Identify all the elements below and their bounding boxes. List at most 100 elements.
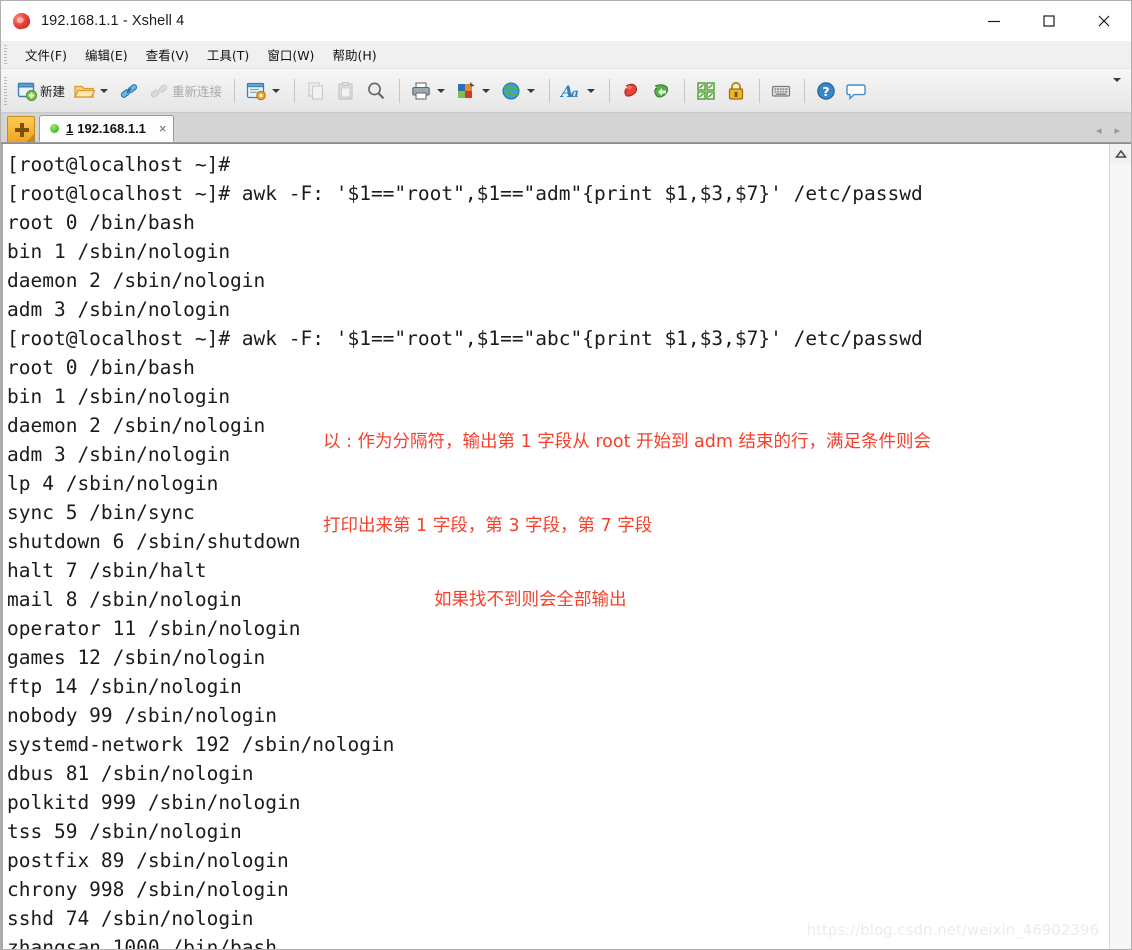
terminal-line: zhangsan 1000 /bin/bash: [7, 936, 278, 949]
copy-icon: [305, 80, 327, 102]
tab-number: 1: [66, 121, 74, 136]
tab-status-indicator-icon: [50, 124, 59, 133]
terminal-line: postfix 89 /sbin/nologin: [7, 849, 289, 872]
chat-icon: [845, 80, 867, 102]
font-icon: A a: [559, 80, 582, 102]
connect-button[interactable]: [115, 76, 143, 106]
annotation-range-line-1: 以 : 作为分隔符，输出第 1 字段从 root 开始到 adm 结束的行，满足…: [323, 432, 931, 452]
menu-help[interactable]: 帮助(H): [323, 42, 385, 67]
annotation-range-explanation: 以 : 作为分隔符，输出第 1 字段从 root 开始到 adm 结束的行，满足…: [323, 372, 931, 596]
menu-file[interactable]: 文件(F): [16, 42, 76, 67]
toolbar-separator-6: [684, 78, 686, 103]
terminal-line: [root@localhost ~]# awk -F: '$1=="root",…: [7, 182, 923, 205]
svg-text:?: ?: [822, 84, 829, 99]
terminal-line: [root@localhost ~]# awk -F: '$1=="root",…: [7, 327, 923, 350]
tab-192-168-1-1[interactable]: 1 192.168.1.1 ×: [39, 115, 174, 142]
close-button[interactable]: [1076, 1, 1131, 41]
color-scheme-icon: [455, 80, 477, 102]
arrange-icon: [695, 80, 717, 102]
minimize-button[interactable]: [966, 1, 1021, 41]
window-title: 192.168.1.1 - Xshell 4: [41, 12, 185, 29]
paste-button[interactable]: [332, 76, 360, 106]
xftp-button[interactable]: [647, 76, 675, 106]
open-folder-icon: [73, 80, 96, 102]
copy-button[interactable]: [302, 76, 330, 106]
terminal-line: root 0 /bin/bash: [7, 211, 195, 234]
connect-icon: [118, 80, 140, 102]
terminal-line: polkitd 999 /sbin/nologin: [7, 791, 301, 814]
terminal-area: [root@localhost ~]# [root@localhost ~]# a…: [1, 143, 1131, 949]
keyboard-button[interactable]: [767, 76, 795, 106]
session-manager-button[interactable]: [242, 76, 285, 106]
terminal-scrollbar[interactable]: [1109, 144, 1131, 949]
tab-close-icon[interactable]: ×: [159, 122, 167, 135]
new-session-icon: [16, 80, 38, 102]
new-session-label: 新建: [40, 84, 66, 99]
xshell-icon: [620, 80, 642, 102]
title-bar: 192.168.1.1 - Xshell 4: [1, 1, 1131, 41]
tab-prev-icon[interactable]: ◂: [1096, 126, 1102, 137]
tab-title: 192.168.1.1: [77, 121, 146, 136]
find-button[interactable]: [362, 76, 390, 106]
print-button[interactable]: [407, 76, 450, 106]
font-dropdown-caret[interactable]: [587, 88, 596, 93]
tab-next-icon[interactable]: ▸: [1114, 126, 1120, 137]
print-dropdown-caret[interactable]: [437, 88, 446, 93]
xftp-icon: [650, 80, 672, 102]
xshell-button[interactable]: [617, 76, 645, 106]
toolbar: 新建 重新连接 A a ?: [1, 69, 1131, 113]
menu-edit[interactable]: 编辑(E): [76, 42, 137, 67]
annotation-range-line-2: 打印出来第 1 字段，第 3 字段，第 7 字段: [323, 516, 653, 536]
scroll-up-arrow-icon[interactable]: [1109, 144, 1131, 164]
globe-icon: [500, 80, 522, 102]
color-scheme-dropdown-caret[interactable]: [482, 88, 491, 93]
xshell-logo-icon: [11, 10, 32, 31]
menu-view[interactable]: 查看(V): [137, 42, 198, 67]
reconnect-button[interactable]: 重新连接: [145, 76, 225, 106]
globe-button[interactable]: [497, 76, 540, 106]
terminal-line: sshd 74 /sbin/nologin: [7, 907, 254, 930]
toolbar-separator-7: [759, 78, 761, 103]
lock-button[interactable]: [722, 76, 750, 106]
chat-button[interactable]: [842, 76, 870, 106]
paste-icon: [335, 80, 357, 102]
arrange-button[interactable]: [692, 76, 720, 106]
help-button[interactable]: ?: [812, 76, 840, 106]
menu-window[interactable]: 窗口(W): [258, 42, 323, 67]
maximize-button[interactable]: [1021, 1, 1076, 41]
toolbar-separator-5: [609, 78, 611, 103]
lock-icon: [725, 80, 747, 102]
open-session-dropdown-caret[interactable]: [100, 88, 109, 93]
session-manager-icon: [245, 80, 267, 102]
font-button[interactable]: A a: [557, 76, 600, 106]
menu-bar: 文件(F) 编辑(E) 查看(V) 工具(T) 窗口(W) 帮助(H): [1, 41, 1131, 69]
terminal-line: systemd-network 192 /sbin/nologin: [7, 733, 395, 756]
terminal-line: ftp 14 /sbin/nologin: [7, 675, 242, 698]
print-icon: [410, 80, 432, 102]
keyboard-icon: [770, 80, 792, 102]
open-session-button[interactable]: [70, 76, 113, 106]
toolbar-separator-4: [549, 78, 551, 103]
globe-dropdown-caret[interactable]: [527, 88, 536, 93]
terminal-line: nobody 99 /sbin/nologin: [7, 704, 278, 727]
new-session-button[interactable]: 新建: [13, 76, 68, 106]
menu-tools[interactable]: 工具(T): [198, 42, 258, 67]
terminal-line: bin 1 /sbin/nologin: [7, 240, 231, 263]
disconnect-icon: [148, 80, 170, 102]
terminal-line: operator 11 /sbin/nologin: [7, 617, 301, 640]
toolbar-separator-8: [804, 78, 806, 103]
toolbar-overflow-button[interactable]: [1113, 77, 1121, 100]
terminal-line: [root@localhost ~]#: [7, 153, 231, 176]
reconnect-label: 重新连接: [172, 84, 223, 99]
find-icon: [365, 80, 387, 102]
help-icon: ?: [815, 80, 837, 102]
new-tab-button[interactable]: [7, 116, 35, 142]
scrollbar-track[interactable]: [1109, 164, 1131, 949]
svg-text:a: a: [571, 86, 579, 100]
toolbar-separator-2: [294, 78, 296, 103]
session-manager-dropdown-caret[interactable]: [272, 88, 281, 93]
xshell-window: 192.168.1.1 - Xshell 4 文件(F) 编辑(E) 查看(V)…: [0, 0, 1132, 950]
color-scheme-button[interactable]: [452, 76, 495, 106]
toolbar-separator-3: [399, 78, 401, 103]
terminal-line: dbus 81 /sbin/nologin: [7, 762, 254, 785]
